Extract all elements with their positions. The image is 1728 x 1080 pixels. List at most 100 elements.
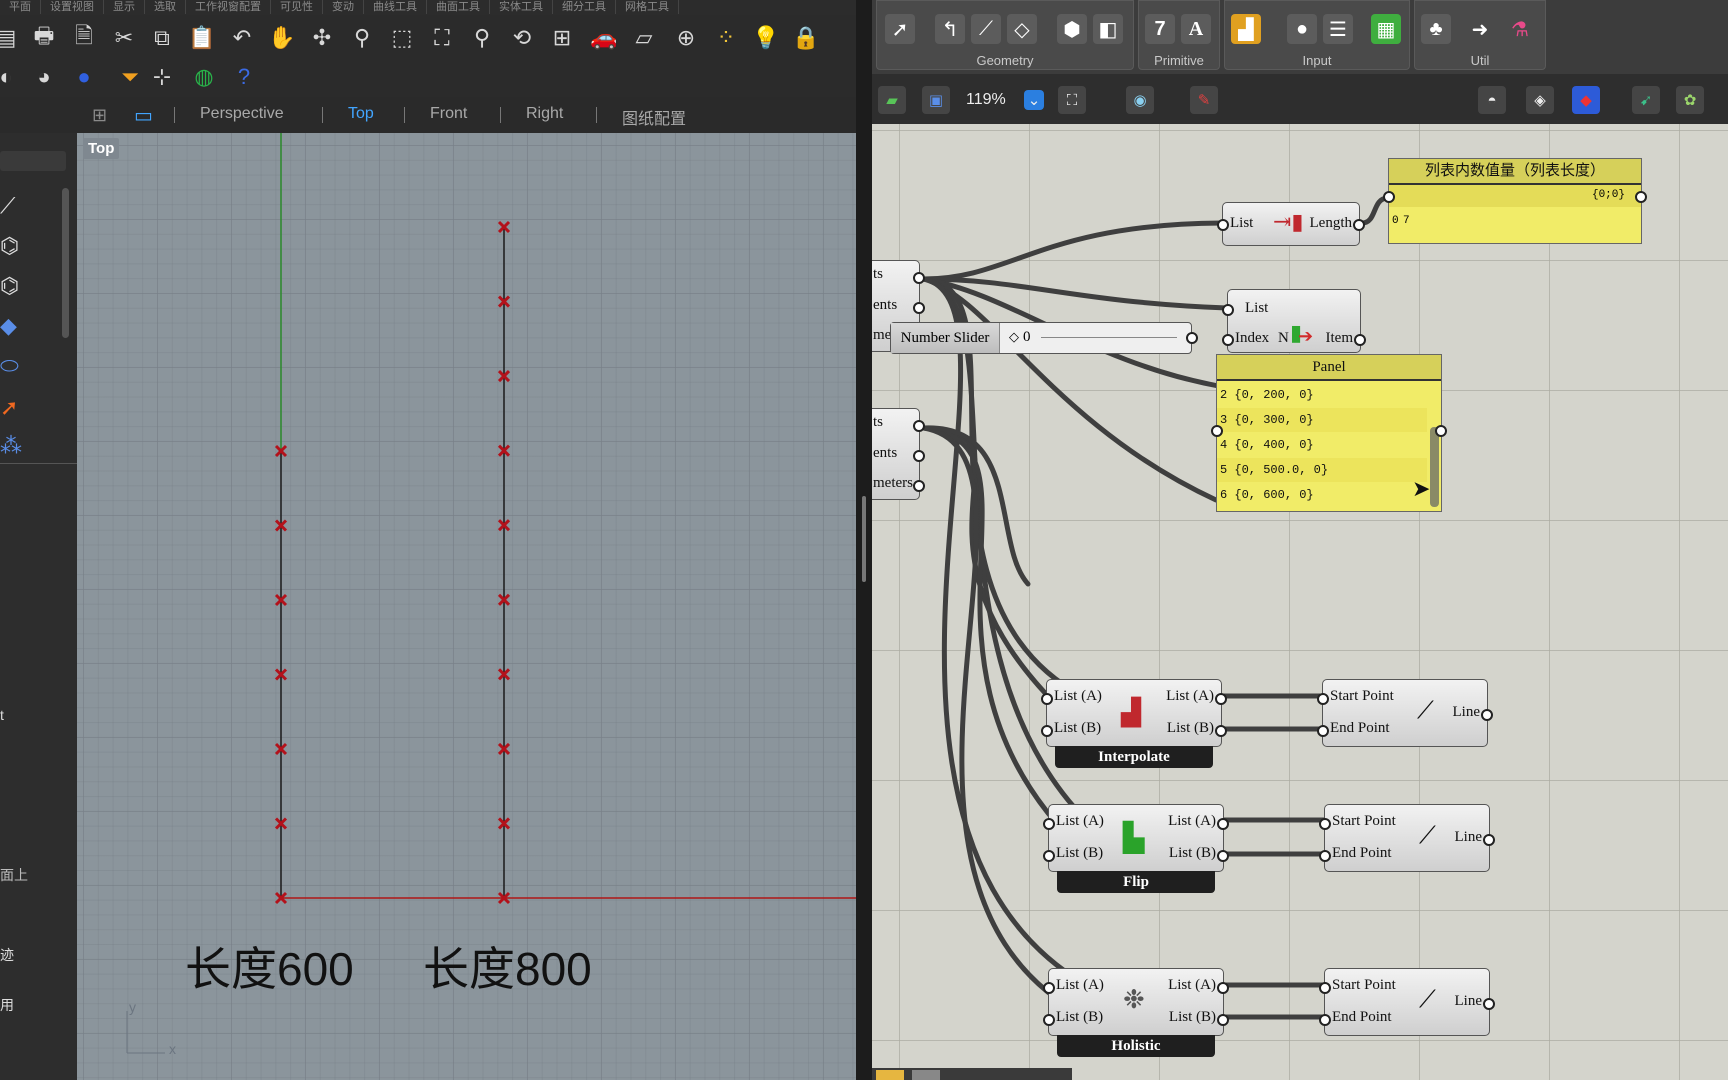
open-file-icon[interactable]: ▰ <box>878 86 906 114</box>
input-grip[interactable] <box>1043 850 1055 862</box>
output-grip[interactable] <box>1215 725 1227 737</box>
input-grip[interactable] <box>1319 1014 1331 1026</box>
lock-icon[interactable]: 🔒 <box>792 24 820 52</box>
preview-eye-icon[interactable]: ◉ <box>1126 86 1154 114</box>
flask-icon[interactable]: ⚗ <box>1505 14 1535 44</box>
transform-tool-icon[interactable]: ➚ <box>0 395 18 421</box>
line-param-icon[interactable]: ⟋ <box>971 14 1001 44</box>
output-grip[interactable] <box>1217 1014 1229 1026</box>
input-grip[interactable] <box>1319 850 1331 862</box>
input-grip[interactable] <box>1043 1014 1055 1026</box>
slider-diamond-icon[interactable]: ◇ <box>1009 329 1019 345</box>
tab-right[interactable]: Right <box>526 105 563 123</box>
preview-shaded-icon[interactable]: ◆ <box>1572 86 1600 114</box>
menu-item[interactable]: 工作视窗配置 <box>186 0 271 14</box>
slider-track[interactable] <box>1041 337 1177 338</box>
brep-param-icon[interactable]: ◧ <box>1093 14 1123 44</box>
zoom-dropdown-icon[interactable]: ⌄ <box>1024 90 1044 110</box>
menu-item[interactable]: 显示 <box>104 0 145 14</box>
length-panel[interactable]: 列表内数值量（列表长度） {0;0} 0 7 <box>1383 158 1647 244</box>
text-param-icon[interactable]: A <box>1181 14 1211 44</box>
menu-item[interactable]: 变动 <box>323 0 364 14</box>
zoom-extents-icon[interactable]: ⛶ <box>1058 86 1086 114</box>
zoom-level[interactable]: 119% <box>966 86 1006 114</box>
zoom-extents-icon[interactable]: ⛶ <box>428 24 456 52</box>
list-length-component[interactable]: List ⇥▮ Length <box>1217 202 1365 246</box>
viewport-grid-icon[interactable]: ⊞ <box>92 105 107 126</box>
input-grip[interactable] <box>1319 818 1331 830</box>
viewport-layout-icon[interactable]: ⊞ <box>548 24 576 52</box>
pan-hand-icon[interactable]: ✋ <box>268 24 296 52</box>
output-grip[interactable] <box>913 480 925 492</box>
zoom-selected-icon[interactable]: ⚲ <box>468 24 496 52</box>
output-grip[interactable] <box>913 272 925 284</box>
output-grip[interactable] <box>913 420 925 432</box>
group-tool-icon[interactable]: ⁂ <box>0 433 22 459</box>
help-icon[interactable]: ? <box>230 63 258 91</box>
input-grip[interactable] <box>1043 818 1055 830</box>
relay-arrow-icon[interactable]: ➜ <box>1465 14 1495 44</box>
document-icon[interactable]: 🗎 <box>70 23 98 52</box>
surface-tool-icon[interactable]: ◆ <box>0 313 17 339</box>
undo-view-icon[interactable]: ⟲ <box>508 24 536 52</box>
interpolate-component[interactable]: List (A) List (B) ▟ List (A) List (B) In… <box>1041 679 1227 768</box>
tab-layout[interactable]: 图纸配置 <box>622 105 686 129</box>
partial-component-2[interactable]: ts ents meters <box>872 408 925 500</box>
zoom-window-icon[interactable]: ⬚ <box>388 24 416 52</box>
output-grip[interactable] <box>1354 334 1366 346</box>
point-param-icon[interactable]: ◇ <box>1007 14 1037 44</box>
viewport-label[interactable]: Top <box>83 138 120 159</box>
output-grip[interactable] <box>1217 850 1229 862</box>
menu-item[interactable]: 实体工具 <box>490 0 553 14</box>
cplane-icon[interactable]: ▱ <box>630 24 658 52</box>
select-points-icon[interactable]: ⁘ <box>712 24 740 52</box>
output-grip[interactable] <box>1217 818 1229 830</box>
output-grip[interactable] <box>1353 219 1365 231</box>
flip-component[interactable]: List (A) List (B) ▙ List (A) List (B) Fl… <box>1043 804 1229 893</box>
save-file-icon[interactable]: ▣ <box>922 86 950 114</box>
output-grip[interactable] <box>1186 332 1198 344</box>
panel-scrollbar[interactable] <box>1430 427 1439 507</box>
menu-item[interactable]: 曲面工具 <box>427 0 490 14</box>
line-component-2[interactable]: Start Point End Point ⟋ Line <box>1319 804 1495 872</box>
list-item-component[interactable]: List Index N ▮ ➔ Item <box>1222 289 1366 353</box>
preview-wire-icon[interactable]: ◈ <box>1526 86 1554 114</box>
car-named-view-icon[interactable]: 🚗 <box>590 24 618 52</box>
line-component-1[interactable]: Start Point End Point ⟋ Line <box>1317 679 1493 747</box>
sketch-pen-icon[interactable]: ✎ <box>1190 86 1218 114</box>
tab-front[interactable]: Front <box>430 105 467 123</box>
output-grip[interactable] <box>1635 191 1647 203</box>
material-sphere-icon[interactable]: ● <box>70 63 98 91</box>
output-grip[interactable] <box>1483 834 1495 846</box>
plugin-icon[interactable]: ✿ <box>1676 86 1704 114</box>
status-icon[interactable] <box>912 1070 940 1080</box>
menu-item[interactable]: 细分工具 <box>553 0 616 14</box>
sphere-shade-icon[interactable]: ◐ <box>0 63 20 91</box>
split-divider[interactable] <box>856 0 872 1080</box>
preview-mode-icon[interactable]: ◓ <box>1478 86 1506 114</box>
render-sphere-icon[interactable]: ◕ <box>30 63 58 91</box>
paste-icon[interactable]: 📋 <box>188 24 216 52</box>
status-icon[interactable] <box>876 1070 904 1080</box>
light-icon[interactable]: 💡 <box>752 24 780 52</box>
gradient-icon[interactable]: ▦ <box>1371 14 1401 44</box>
save-icon[interactable]: ▤ <box>0 24 20 52</box>
output-grip[interactable] <box>1217 982 1229 994</box>
polyline-tool-icon[interactable]: ⌬ <box>0 273 19 299</box>
menu-item[interactable]: 网格工具 <box>616 0 679 14</box>
line-component-3[interactable]: Start Point End Point ⟋ Line <box>1319 968 1495 1036</box>
output-grip[interactable] <box>1215 693 1227 705</box>
knob-icon[interactable]: ● <box>1287 14 1317 44</box>
output-grip[interactable] <box>913 302 925 314</box>
gh-canvas[interactable]: ts ents me ts ents meters List ⇥▮ Length… <box>872 124 1728 1080</box>
dimension-icon[interactable]: ⊹ <box>148 63 176 91</box>
input-grip[interactable] <box>1317 725 1329 737</box>
point-tool-icon[interactable]: ⌬ <box>0 233 19 259</box>
output-grip[interactable] <box>1435 425 1447 437</box>
print-icon[interactable]: 🖶 <box>30 23 58 52</box>
output-grip[interactable] <box>1483 998 1495 1010</box>
input-grip[interactable] <box>1041 725 1053 737</box>
cut-icon[interactable]: ✂ <box>110 24 138 52</box>
curve-tool-icon[interactable]: ⟋ <box>0 193 15 219</box>
panel-scrollbar[interactable] <box>62 188 69 338</box>
